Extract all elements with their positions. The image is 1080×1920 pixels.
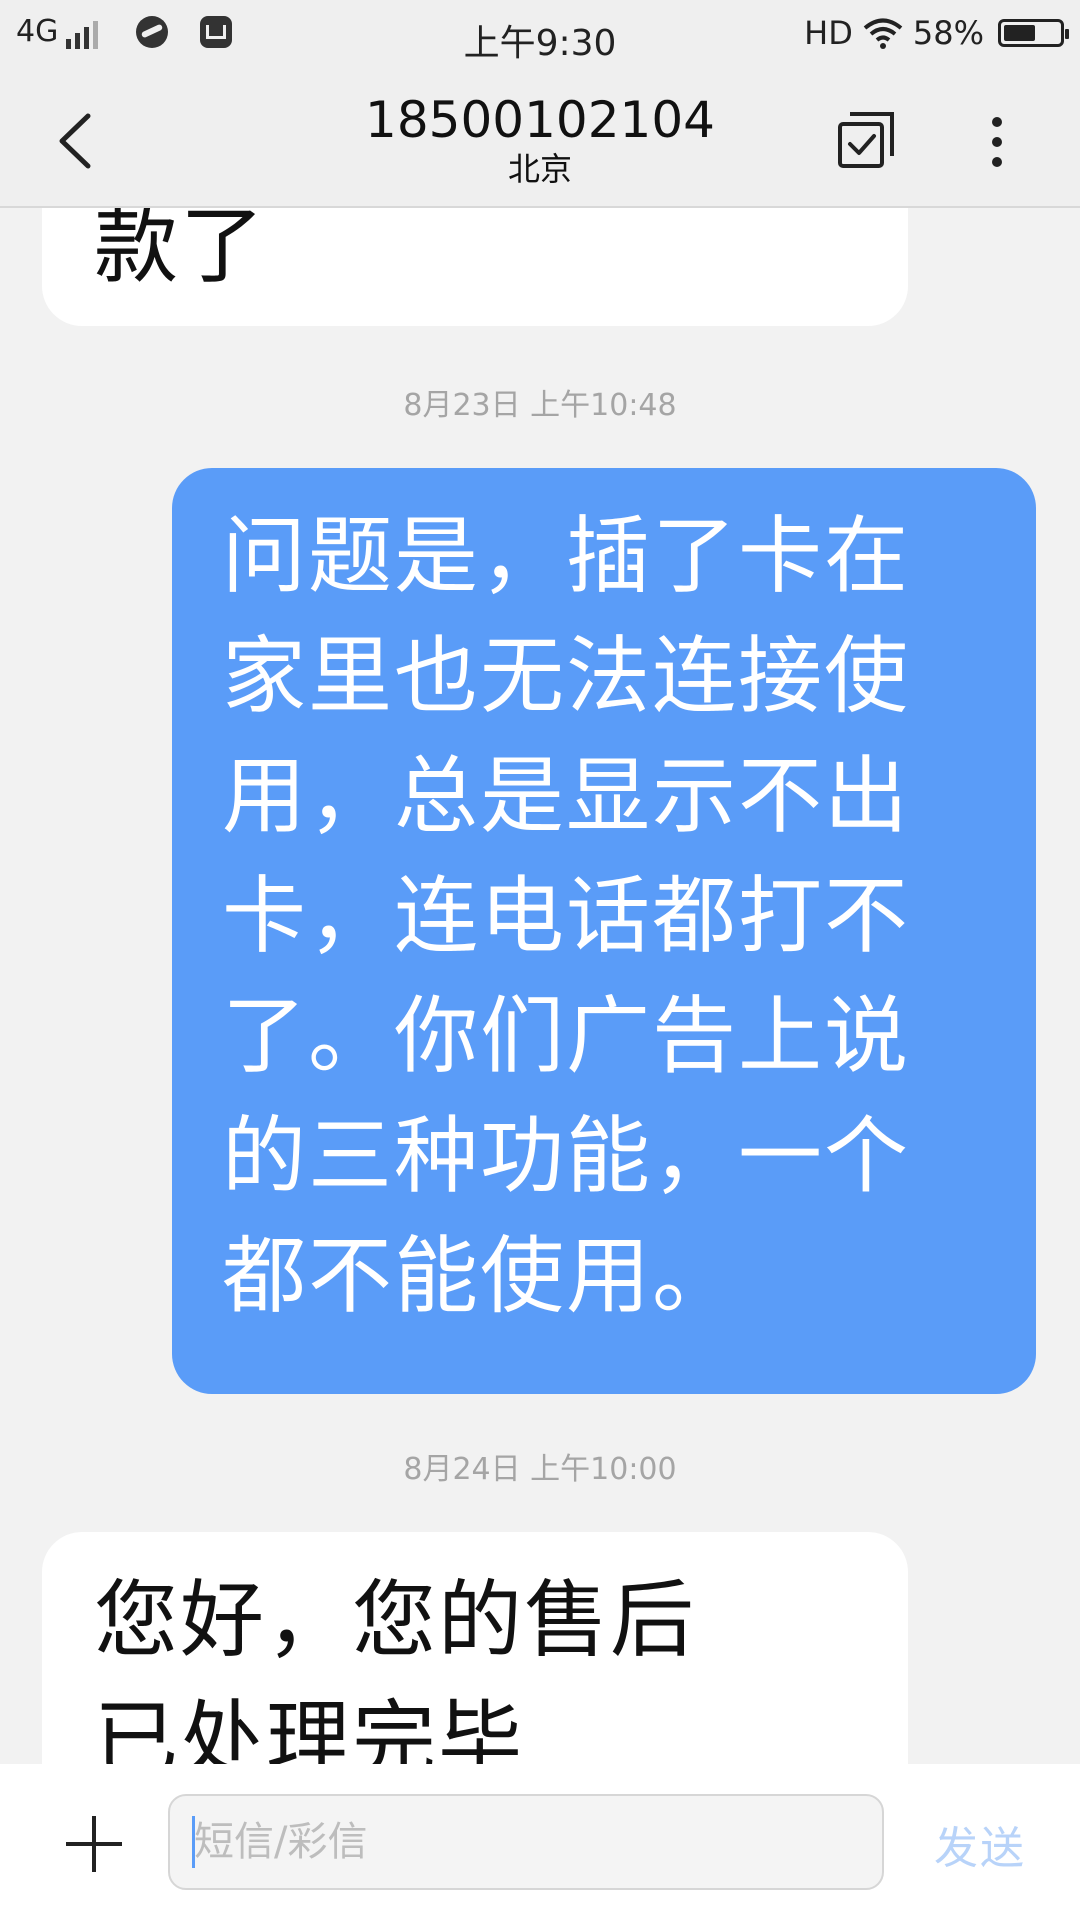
more-vertical-icon bbox=[992, 117, 1002, 167]
message-text: 问题是，插了卡在 家里也无法连接使 用，总是显示不出 卡，连电话都打不 了。你们… bbox=[222, 507, 911, 1325]
message-bubble-outgoing[interactable]: 问题是，插了卡在 家里也无法连接使 用，总是显示不出 卡，连电话都打不 了。你们… bbox=[172, 468, 1036, 1394]
compose-bar: 发送 bbox=[0, 1764, 1080, 1920]
hd-indicator: HD bbox=[804, 14, 853, 52]
contact-location: 北京 bbox=[507, 150, 572, 188]
message-timestamp: 8月24日 上午10:00 bbox=[403, 1452, 677, 1487]
wifi-icon bbox=[863, 17, 903, 49]
select-messages-button[interactable] bbox=[836, 110, 896, 170]
text-cursor bbox=[192, 1816, 195, 1868]
battery-percent: 58% bbox=[912, 14, 984, 52]
contact-info: 18500102104 北京 bbox=[0, 90, 1080, 188]
conversation-header: 18500102104 北京 bbox=[0, 72, 1080, 208]
send-button[interactable]: 发送 bbox=[934, 1812, 1026, 1876]
message-bubble-incoming[interactable]: 您好，您的售后 已处理完毕 bbox=[42, 1532, 908, 1764]
message-bubble-incoming[interactable]: 款了 bbox=[42, 208, 908, 326]
checkbox-edit-icon bbox=[838, 112, 894, 168]
message-text: 您好，您的售后 已处理完毕 bbox=[94, 1571, 697, 1764]
contact-number: 18500102104 bbox=[365, 91, 715, 149]
message-text: 款了 bbox=[94, 208, 267, 295]
more-options-button[interactable] bbox=[982, 112, 1012, 172]
message-input[interactable] bbox=[168, 1794, 884, 1890]
message-list[interactable]: 款了 8月23日 上午10:48 问题是，插了卡在 家里也无法连接使 用，总是显… bbox=[0, 208, 1080, 1764]
message-timestamp: 8月23日 上午10:48 bbox=[403, 388, 677, 423]
status-right: HD 58% bbox=[804, 14, 1069, 52]
add-attachment-button[interactable] bbox=[66, 1816, 122, 1872]
battery-icon bbox=[998, 19, 1069, 47]
status-bar: 4G 上午9:30 HD 58% bbox=[0, 0, 1080, 72]
